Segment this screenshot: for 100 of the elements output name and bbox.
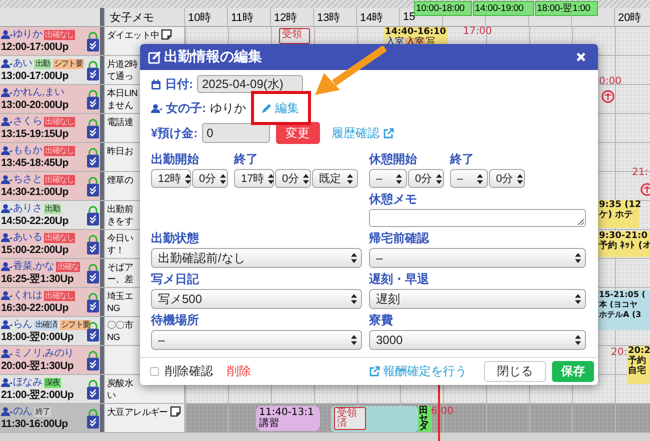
staff-name[interactable]: のん: [13, 405, 32, 418]
dropdown[interactable]: 17時: [234, 169, 274, 188]
staff-name[interactable]: あいる: [13, 231, 42, 244]
dropdown[interactable]: –: [369, 248, 586, 268]
field-label: 写メ日記: [151, 273, 200, 286]
dropdown[interactable]: –: [450, 169, 488, 188]
dropdown[interactable]: 写メ500: [151, 289, 362, 309]
updown-icon: [220, 174, 226, 184]
dropdown[interactable]: 0分: [275, 169, 311, 188]
check-badge-icon: [87, 87, 99, 112]
shift-time: 13:00-17:00Up: [1, 70, 68, 83]
dropdown[interactable]: 12時: [151, 169, 191, 188]
staff-name[interactable]: ゆりか: [13, 28, 42, 41]
staff-name[interactable]: かれん,まい: [13, 86, 64, 99]
memo-text: 〇〇市: [107, 319, 134, 331]
staff-cell[interactable]: ももか 出確なし 13:45-18:45Up: [0, 143, 100, 171]
field-label: 終了: [450, 153, 475, 166]
delete-link[interactable]: 削除: [227, 363, 251, 380]
check-badge-icon: [87, 406, 99, 431]
receipt-stamp[interactable]: 受領 済: [334, 407, 366, 430]
staff-name[interactable]: ミノリ,みのり: [13, 347, 74, 360]
external-link-icon: [382, 128, 394, 138]
staff-name[interactable]: ほなみ: [13, 376, 42, 389]
delete-checkbox[interactable]: [150, 367, 159, 376]
staff-cell[interactable]: らん 出確済 シフト要 18:00-翌0:00Up: [0, 317, 100, 345]
shift-time: 16:25-翌1:30Up: [1, 273, 74, 286]
check-badge-icon: [87, 58, 99, 83]
time-label: 0:00: [599, 77, 622, 87]
memo-text: 出勤前: [107, 203, 134, 215]
staff-cell[interactable]: ミノリ,みのり 20:00-翌1:30Up: [0, 346, 100, 374]
status-tag: 出勤: [34, 58, 51, 68]
status-tag: 出確済: [34, 320, 58, 330]
dropdown[interactable]: 0分: [192, 169, 228, 188]
staff-cell[interactable]: のん 終了 11:30-16:00Up: [0, 404, 100, 432]
staff-cell[interactable]: ありさ 出勤 14:50-22:20Up: [0, 201, 100, 229]
shift-block[interactable]: 10:00-18:00: [414, 1, 472, 16]
dropdown[interactable]: 0分: [408, 169, 444, 188]
staff-cell[interactable]: あい 出勤 シフト要 13:00-17:00Up: [0, 56, 100, 84]
staff-name[interactable]: らん: [13, 318, 32, 331]
highlight-frame: [251, 90, 311, 124]
staff-cell[interactable]: かれん,まい 13:00-20:00Up: [0, 85, 100, 113]
check-badge-icon: [87, 348, 99, 373]
modal-title: 出勤情報の編集: [164, 48, 263, 66]
booking-block[interactable]: 20:2 予約 自宅: [627, 346, 650, 384]
memo-text: 昨日お: [107, 145, 134, 157]
staff-cell[interactable]: ゆりか 出確なし 12:00-17:00Up: [0, 27, 100, 55]
updown-icon: [351, 335, 357, 345]
check-badge-icon: [87, 29, 99, 54]
shift-block[interactable]: 18:00-翌1:00: [535, 1, 598, 16]
field-label: 休憩メモ: [369, 193, 418, 206]
person-icon: [1, 30, 12, 39]
staff-cell[interactable]: ちさと 出確なし 14:30-21:00Up: [0, 172, 100, 200]
staff-name[interactable]: さくら: [13, 115, 42, 128]
hour-label: 14時: [356, 8, 399, 26]
staff-cell[interactable]: ほなみ 深夜 21:00-翌2:00Up: [0, 375, 100, 403]
dropdown[interactable]: 遅刻: [369, 289, 586, 309]
staff-cell[interactable]: くれは 出確なし 16:30-22:00Up: [0, 288, 100, 316]
dropdown[interactable]: –: [151, 330, 362, 350]
person-icon: [151, 104, 162, 112]
staff-cell[interactable]: 香菜,かな 出確な 16:25-翌1:30Up: [0, 259, 100, 287]
booking-block[interactable]: 9:35 (12 ケ) ホテ: [598, 200, 639, 228]
field-label: 出勤開始: [151, 153, 200, 166]
staff-name[interactable]: くれは: [13, 289, 42, 302]
time-label: 17:00: [463, 27, 492, 37]
memo-text: NG: [107, 331, 121, 343]
updown-icon: [351, 294, 357, 304]
hour-label: 13時: [313, 8, 356, 26]
status-tag: 出確なし: [44, 232, 75, 242]
check-badge-icon: [87, 377, 99, 402]
memo-text: す！: [107, 244, 126, 256]
shift-block[interactable]: 14:00-19:00: [473, 1, 534, 16]
lesson-block[interactable]: 11:40-13:1 講習: [256, 406, 320, 431]
dropdown[interactable]: 既定: [312, 169, 358, 188]
staff-name[interactable]: ありさ: [13, 202, 42, 215]
updown-icon: [575, 294, 581, 304]
staff-cell[interactable]: さくら 出確なし 13:15-19:15Up: [0, 114, 100, 142]
field-label: 出勤状態: [151, 232, 200, 245]
check-badge-icon: [87, 290, 99, 315]
close-dialog-button[interactable]: 閉じる: [484, 361, 546, 382]
memo-field[interactable]: [369, 209, 586, 227]
booking-block[interactable]: 15-21:05 ( 本 (ヨコヤ ホテルA (3: [598, 290, 650, 330]
shift-time: 15:00-22:00Up: [1, 244, 68, 257]
person-icon: [1, 204, 12, 213]
staff-name[interactable]: あい: [13, 57, 32, 70]
updown-icon: [436, 174, 442, 184]
person-icon: [1, 233, 12, 242]
staff-name[interactable]: ももか: [13, 144, 42, 157]
status-tag: 深夜: [44, 378, 61, 388]
check-badge-icon: [87, 203, 99, 228]
check-badge-icon: [87, 116, 99, 141]
dropdown[interactable]: 3000: [369, 330, 586, 350]
dropdown[interactable]: –: [369, 169, 407, 188]
receipt-stamp[interactable]: 受領: [279, 28, 310, 44]
staff-name[interactable]: ちさと: [13, 173, 42, 186]
booking-block[interactable]: 9:30-21:0 予約 ﾈｯﾄ (オ: [598, 231, 650, 257]
dropdown[interactable]: 出勤確認前/なし: [151, 248, 362, 268]
car-block[interactable]: 田 セ ダ: [418, 406, 432, 432]
dropdown[interactable]: 0分: [489, 169, 525, 188]
staff-name[interactable]: 香菜,かな: [13, 260, 54, 273]
staff-cell[interactable]: あいる 出確なし 15:00-22:00Up: [0, 230, 100, 258]
